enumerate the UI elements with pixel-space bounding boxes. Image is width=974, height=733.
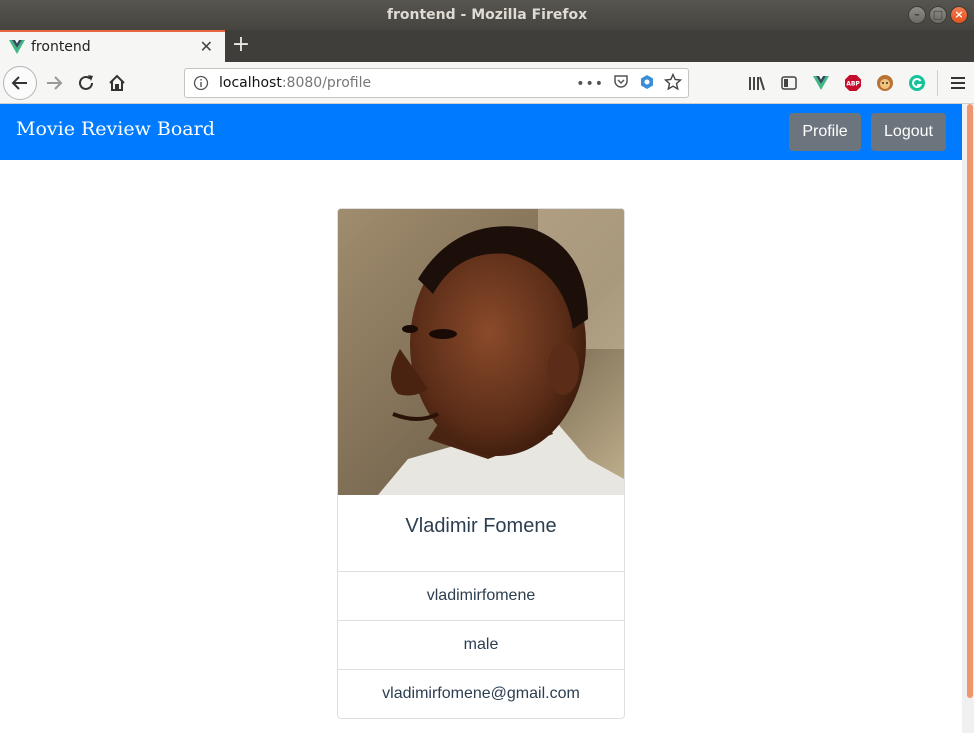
profile-name: Vladimir Fomene [338,495,624,572]
profile-photo-illustration [338,209,624,495]
vue-logo-icon [9,39,25,55]
reload-icon[interactable] [70,67,102,99]
tab-label: frontend [31,39,91,55]
menu-icon[interactable] [942,67,974,99]
url-text: localhost:8080/profile [219,75,371,91]
tab-strip: frontend ✕ + [0,30,974,62]
scrollbar[interactable] [962,104,974,733]
grammarly-icon[interactable] [901,67,933,99]
minimize-icon[interactable]: – [908,6,926,24]
forward-icon[interactable] [38,67,70,99]
profile-username: vladimirfomene [338,572,624,621]
adblock-icon[interactable]: ABP [837,67,869,99]
maximize-icon[interactable]: □ [929,6,947,24]
window-titlebar: frontend - Mozilla Firefox – □ × [0,0,974,30]
library-icon[interactable] [741,67,773,99]
toolbar-right: ABP [741,62,974,104]
logout-button[interactable]: Logout [871,113,946,151]
window-title: frontend - Mozilla Firefox [386,7,588,23]
app-navbar: Movie Review Board Profile Logout [0,104,962,160]
pocket-icon[interactable] [612,73,630,95]
page-actions-icon[interactable]: ••• [576,76,604,92]
profile-button[interactable]: Profile [789,113,861,151]
tampermonkey-icon[interactable] [869,67,901,99]
brand-title[interactable]: Movie Review Board [16,118,215,140]
profile-card: Vladimir Fomene vladimirfomene male vlad… [337,208,625,719]
close-icon[interactable]: × [950,6,968,24]
home-icon[interactable] [101,67,133,99]
url-host: localhost [219,75,282,91]
sidebar-icon[interactable] [773,67,805,99]
toolbar-separator [937,70,938,96]
tab-close-icon[interactable]: ✕ [200,37,213,56]
window-controls: – □ × [908,6,968,24]
new-tab-icon[interactable]: + [230,32,252,58]
browser-tab[interactable]: frontend ✕ [0,30,225,62]
bookmark-star-icon[interactable] [663,72,683,95]
browser-toolbar: localhost:8080/profile ••• ABP [0,62,974,104]
url-bar[interactable]: localhost:8080/profile ••• [184,68,689,98]
url-path: :8080/profile [281,75,372,91]
info-icon[interactable] [193,75,209,91]
back-icon[interactable] [3,66,37,100]
vue-devtools-icon[interactable] [805,67,837,99]
profile-email: vladimirfomene@gmail.com [382,685,580,702]
scrollbar-thumb[interactable] [967,104,973,698]
adblock-label: ABP [846,81,860,88]
extension-page-icon[interactable] [638,73,656,95]
profile-photo [338,209,624,495]
profile-gender: male [338,621,624,670]
